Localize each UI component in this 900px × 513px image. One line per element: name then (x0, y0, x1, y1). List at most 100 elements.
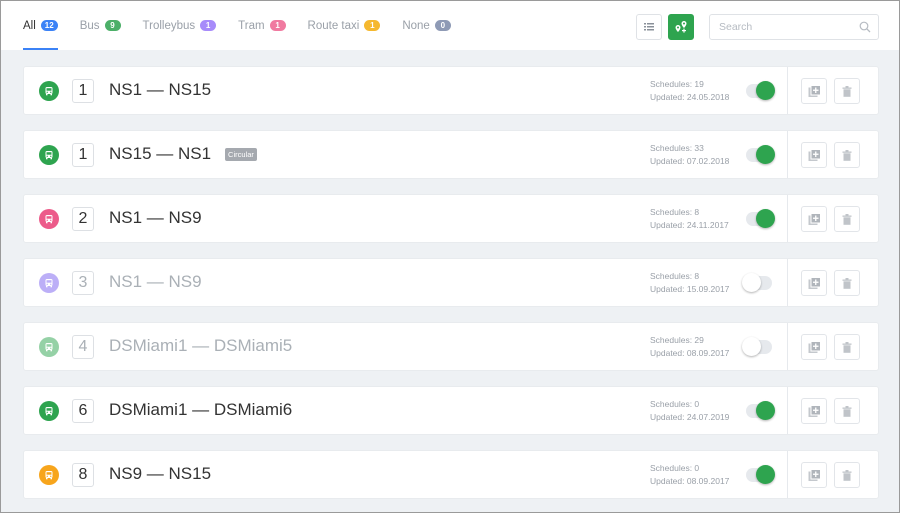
route-title-wrap: NS1 — NS9 (109, 272, 202, 292)
circular-badge: Circular (225, 147, 257, 161)
route-meta: Schedules: 8 Updated: 24.11.2017 (650, 206, 729, 232)
route-title-wrap: DSMiami1 — DSMiami6 (109, 400, 292, 420)
route-row[interactable]: 1 NS1 — NS15 Schedules: 19 Updated: 24.05… (23, 66, 879, 115)
copy-add-icon (808, 404, 821, 417)
search-box (709, 14, 879, 40)
route-title[interactable]: DSMiami1 — DSMiami5 (109, 336, 292, 356)
schedules-count: Schedules: 29 (650, 335, 704, 345)
tab-count-badge: 9 (104, 20, 121, 31)
trash-icon (842, 277, 852, 289)
route-title-wrap: NS9 — NS15 (109, 464, 211, 484)
tab-route-taxi[interactable]: Route taxi 1 (308, 1, 381, 50)
delete-route-button[interactable] (834, 334, 860, 360)
filter-tabs: All 12 Bus 9 Trolleybus 1 Tram 1 Route taxi 1 None… (23, 1, 473, 50)
copy-route-button[interactable] (801, 462, 827, 488)
updated-date: Updated: 08.09.2017 (650, 348, 730, 358)
route-title[interactable]: DSMiami1 — DSMiami6 (109, 400, 292, 420)
route-row[interactable]: 6 DSMiami1 — DSMiami6 Schedules: 0 Update… (23, 386, 879, 435)
route-meta: Schedules: 29 Updated: 08.09.2017 (650, 334, 729, 360)
delete-route-button[interactable] (834, 206, 860, 232)
route-title-wrap: NS1 — NS9 (109, 208, 202, 228)
copy-route-button[interactable] (801, 398, 827, 424)
route-number: 2 (72, 207, 94, 231)
route-meta: Schedules: 33 Updated: 07.02.2018 (650, 142, 729, 168)
header: All 12 Bus 9 Trolleybus 1 Tram 1 Route taxi 1 None… (1, 1, 899, 50)
tab-all[interactable]: All 12 (23, 1, 58, 50)
delete-route-button[interactable] (834, 78, 860, 104)
tab-bus[interactable]: Bus 9 (80, 1, 121, 50)
schedules-count: Schedules: 0 (650, 463, 700, 473)
updated-date: Updated: 24.11.2017 (650, 220, 729, 230)
enable-toggle[interactable] (742, 273, 772, 292)
tab-count-badge: 12 (40, 20, 58, 31)
route-title-wrap: NS1 — NS15 (109, 80, 211, 100)
tab-label: Trolleybus (142, 19, 196, 32)
trash-icon (842, 213, 852, 225)
copy-route-button[interactable] (801, 142, 827, 168)
copy-add-icon (808, 212, 821, 225)
map-pins-icon (675, 21, 687, 33)
route-taxi-icon (39, 465, 59, 485)
tab-none[interactable]: None 0 (402, 1, 451, 50)
search-icon[interactable] (859, 21, 871, 33)
trash-icon (842, 341, 852, 353)
delete-route-button[interactable] (834, 398, 860, 424)
bus-icon (39, 337, 59, 357)
trolleybus-icon (39, 273, 59, 293)
tab-label: All (23, 19, 36, 32)
tab-label: None (402, 19, 430, 32)
divider (787, 131, 788, 178)
tab-count-badge: 1 (200, 20, 217, 31)
route-number: 4 (72, 335, 94, 359)
copy-route-button[interactable] (801, 334, 827, 360)
tab-label: Bus (79, 19, 100, 32)
bus-icon (39, 401, 59, 421)
bus-icon (39, 145, 59, 165)
enable-toggle[interactable] (746, 209, 775, 228)
updated-date: Updated: 24.05.2018 (650, 92, 730, 102)
enable-toggle[interactable] (746, 81, 775, 100)
trash-icon (842, 405, 852, 417)
divider (787, 451, 788, 498)
route-row[interactable]: 3 NS1 — NS9 Schedules: 8 Updated: 15.09.2… (23, 258, 879, 307)
copy-route-button[interactable] (801, 270, 827, 296)
updated-date: Updated: 24.07.2019 (650, 412, 730, 422)
delete-route-button[interactable] (834, 142, 860, 168)
route-meta: Schedules: 19 Updated: 24.05.2018 (650, 78, 729, 104)
route-title[interactable]: NS1 — NS15 (109, 80, 211, 100)
tab-label: Tram (238, 19, 265, 32)
route-title[interactable]: NS1 — NS9 (109, 208, 202, 228)
route-row[interactable]: 8 NS9 — NS15 Schedules: 0 Updated: 08.09.… (23, 450, 879, 499)
list-view-button[interactable] (636, 14, 662, 40)
schedules-count: Schedules: 8 (650, 271, 700, 281)
updated-date: Updated: 07.02.2018 (650, 156, 730, 166)
trash-icon (842, 469, 852, 481)
tab-count-badge: 1 (364, 20, 381, 31)
route-row[interactable]: 2 NS1 — NS9 Schedules: 8 Updated: 24.11.2… (23, 194, 879, 243)
route-number: 6 (72, 399, 94, 423)
divider (787, 259, 788, 306)
copy-route-button[interactable] (801, 78, 827, 104)
route-title[interactable]: NS9 — NS15 (109, 464, 211, 484)
tab-tram[interactable]: Tram 1 (238, 1, 286, 50)
schedules-count: Schedules: 19 (650, 79, 704, 89)
enable-toggle[interactable] (742, 337, 772, 356)
map-view-button[interactable] (668, 14, 694, 40)
enable-toggle[interactable] (746, 145, 775, 164)
list-icon (644, 23, 654, 31)
search-input[interactable] (719, 15, 859, 39)
route-row[interactable]: 1 NS15 — NS1 Circular Schedules: 33 Update… (23, 130, 879, 179)
enable-toggle[interactable] (746, 465, 775, 484)
route-title[interactable]: NS15 — NS1 (109, 144, 211, 164)
delete-route-button[interactable] (834, 270, 860, 296)
tab-label: Route taxi (307, 19, 360, 32)
route-title[interactable]: NS1 — NS9 (109, 272, 202, 292)
delete-route-button[interactable] (834, 462, 860, 488)
tram-icon (39, 209, 59, 229)
updated-date: Updated: 08.09.2017 (650, 476, 730, 486)
tab-trolleybus[interactable]: Trolleybus 1 (143, 1, 217, 50)
schedules-count: Schedules: 0 (650, 399, 700, 409)
route-row[interactable]: 4 DSMiami1 — DSMiami5 Schedules: 29 Updat… (23, 322, 879, 371)
copy-route-button[interactable] (801, 206, 827, 232)
enable-toggle[interactable] (746, 401, 775, 420)
